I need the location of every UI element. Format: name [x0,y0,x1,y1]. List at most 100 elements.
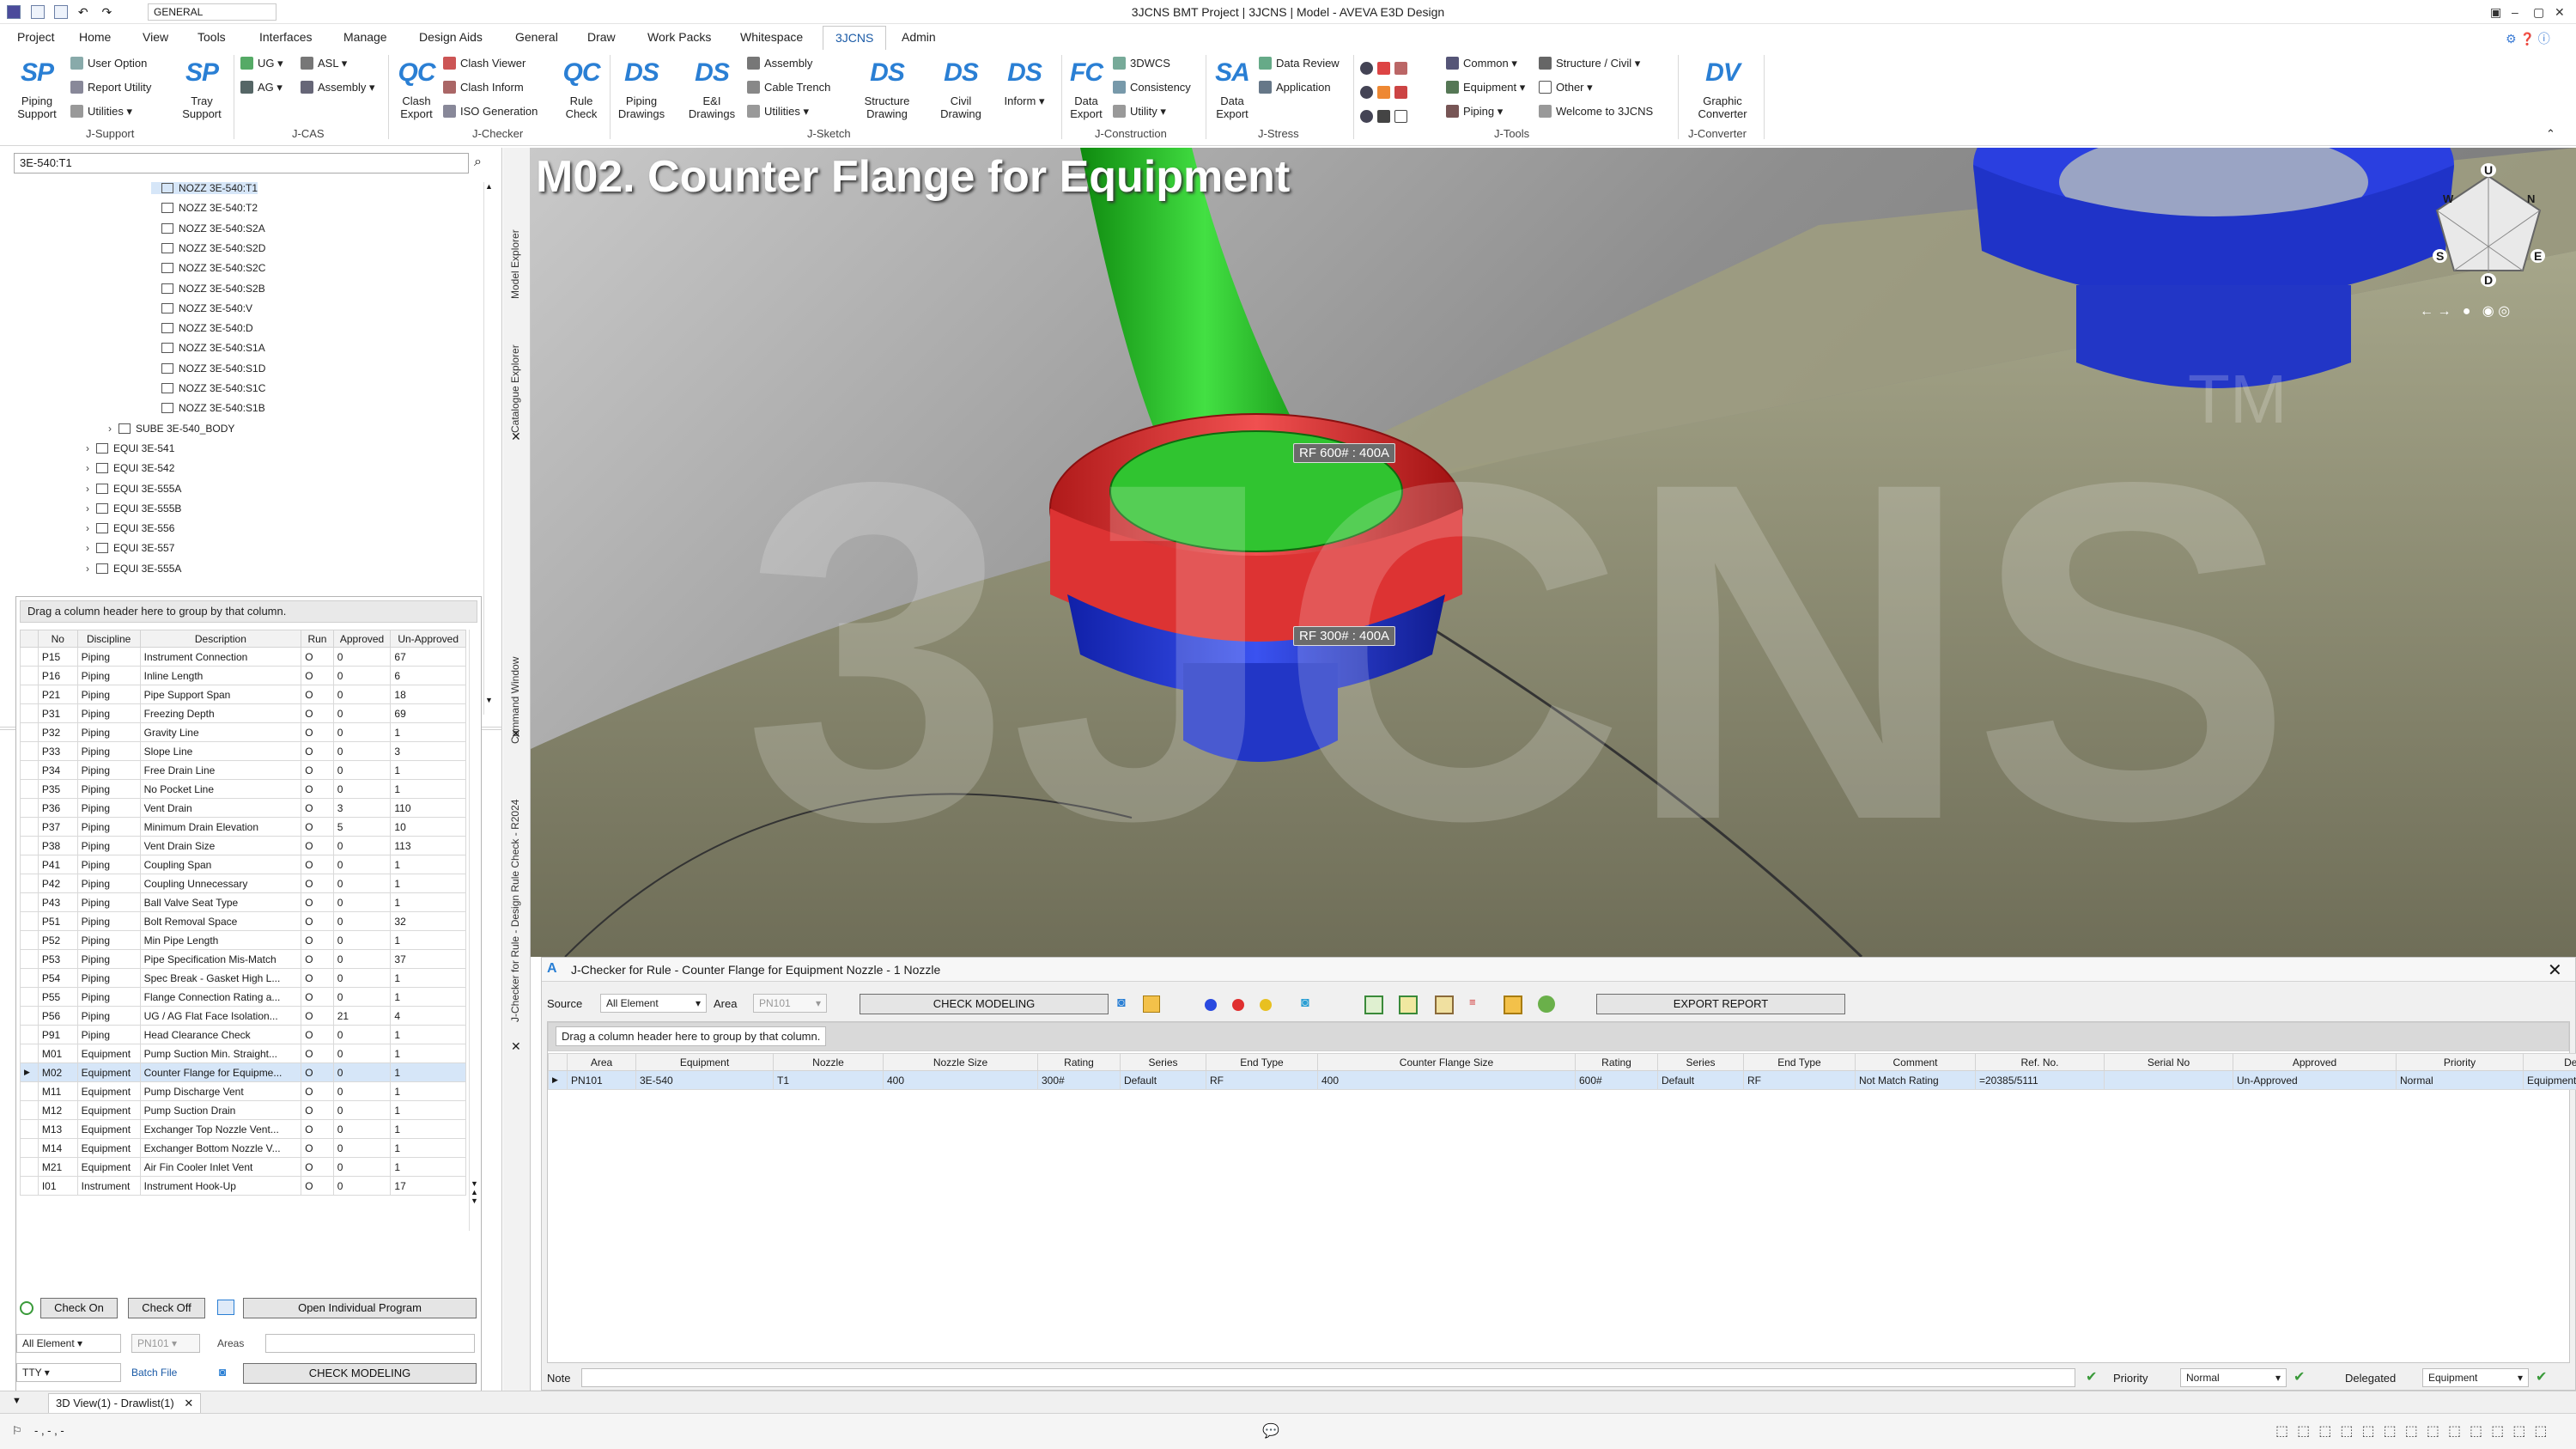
tool-icon-1[interactable] [1364,995,1383,1014]
fc-data-export-button[interactable]: FC Data Export [1056,57,1116,120]
column-header[interactable]: Series [1657,1053,1744,1071]
rule-row[interactable]: P54 Piping Spec Break - Gasket High L... O 0… [20,968,466,988]
rule-row[interactable]: P33 Piping Slope Line O 0 3 [20,741,466,761]
snapshot-icon[interactable]: ◙ [1301,995,1309,1011]
help-icons[interactable]: ⚙ ❓ ⓘ [2506,30,2550,47]
column-header[interactable]: Delegated [2523,1053,2576,1071]
delegated-select[interactable]: Equipment ▾ [2422,1368,2529,1387]
delegated-confirm-icon[interactable]: ✔ [2536,1368,2547,1385]
application-button[interactable]: Application [1259,81,1331,94]
rule-row[interactable]: M11 Equipment Pump Discharge Vent O 0 1 [20,1081,466,1101]
tool-icon-2[interactable] [1399,995,1418,1014]
column-header[interactable]: No [37,630,78,648]
expand-chevron-icon[interactable]: › [86,563,96,575]
tree-item-nozzle[interactable]: NOZZ 3E-540:T2 [151,202,258,214]
inform-button[interactable]: DS Inform ▾ [994,57,1054,107]
collapse-ribbon-icon[interactable]: ⌃ [2546,127,2555,141]
column-header[interactable]: Rating [1037,1053,1121,1071]
tab-work-packs[interactable]: Work Packs [647,30,711,44]
yellow-filter-icon[interactable] [1260,999,1272,1011]
tree-item-equip[interactable]: › EQUI 3E-557 [86,542,174,554]
rules-source-select[interactable]: All Element ▾ [16,1334,121,1353]
rule-row[interactable]: ▶ M02 Equipment Counter Flange for Equipme.… [20,1062,466,1082]
structure-civil-button[interactable]: Structure / Civil ▾ [1539,57,1640,70]
column-header[interactable]: Series [1120,1053,1206,1071]
blue-filter-icon[interactable] [1205,999,1217,1011]
column-header[interactable]: Serial No [2104,1053,2233,1071]
tree-item-equip[interactable]: › EQUI 3E-541 [86,442,174,454]
priority-confirm-icon[interactable]: ✔ [2293,1368,2305,1385]
welcome-button[interactable]: Welcome to 3JCNS [1539,105,1653,118]
rule-row[interactable]: P42 Piping Coupling Unnecessary O 0 1 [20,874,466,893]
minimize-button[interactable]: ▣ [2490,5,2501,20]
rule-row[interactable]: P34 Piping Free Drain Line O 0 1 [20,760,466,780]
tab-general[interactable]: General [515,30,558,44]
brush-icon[interactable] [1377,110,1390,123]
close-jchecker-icon[interactable]: ✕ [511,1039,521,1054]
tool-icon-5[interactable] [1504,995,1522,1014]
open-individual-program-button[interactable]: Open Individual Program [243,1298,477,1318]
column-header[interactable]: Nozzle [773,1053,884,1071]
civil-drawing-button[interactable]: DS Civil Drawing [931,57,991,120]
tree-item-nozzle[interactable]: NOZZ 3E-540:S1D [151,362,265,374]
equipment-button[interactable]: Equipment ▾ [1446,81,1525,94]
ei-drawings-button[interactable]: DS E&I Drawings [682,57,742,120]
common-button[interactable]: Common ▾ [1446,57,1517,70]
refresh-icon[interactable] [1538,995,1555,1013]
column-header[interactable]: Rating [1575,1053,1658,1071]
tree-item-nozzle[interactable]: NOZZ 3E-540:S2A [151,222,265,234]
tab-home[interactable]: Home [79,30,111,44]
tree-scrollbar[interactable]: ▲ ▼ [483,182,494,715]
batch-file-link[interactable]: Batch File [131,1367,177,1379]
explorer-search-input[interactable]: 3E-540:T1 [14,153,469,174]
tree-item-nozzle[interactable]: NOZZ 3E-540:S2C [151,262,265,274]
cable-trench-button[interactable]: Cable Trench [747,81,830,94]
check-on-button[interactable]: Check On [40,1298,118,1318]
tab-command-window[interactable]: Command Window [509,589,521,744]
tab-3d-view[interactable]: 3D View(1) - Drawlist(1) ✕ [48,1393,202,1414]
rule-check-button[interactable]: QC Rule Check [551,57,611,120]
column-header[interactable]: Priority [2396,1053,2524,1071]
rules-check-modeling-button[interactable]: CHECK MODELING [243,1363,477,1384]
rule-row[interactable]: M12 Equipment Pump Suction Drain O 0 1 [20,1100,466,1120]
tab-model-explorer[interactable]: Model Explorer [509,161,521,299]
tab-view[interactable]: View [143,30,168,44]
pipe-orange-icon[interactable] [1377,86,1390,99]
rule-row[interactable]: P55 Piping Flange Connection Rating a... O 0… [20,987,466,1007]
expand-chevron-icon[interactable]: › [86,462,96,474]
priority-select[interactable]: Normal ▾ [2180,1368,2287,1387]
tool-icon-3[interactable] [1435,995,1454,1014]
square-icon[interactable] [1394,110,1407,123]
restore-button[interactable]: – [2512,5,2518,19]
note-input[interactable] [581,1368,2075,1387]
column-header[interactable]: End Type [1206,1053,1318,1071]
tab-catalogue-explorer[interactable]: Catalogue Explorer [509,304,521,433]
rack-icon[interactable] [1394,62,1407,75]
piping-button[interactable]: Piping ▾ [1446,105,1503,119]
structure-drawing-button[interactable]: DS Structure Drawing [857,57,917,120]
ag-button[interactable]: AG ▾ [240,81,283,94]
export-icon[interactable] [1143,995,1160,1013]
globe-icon[interactable] [1360,110,1373,123]
column-header[interactable]: Discipline [76,630,141,648]
rule-row[interactable]: P15 Piping Instrument Connection O 0 67 [20,647,466,667]
rule-row[interactable]: P37 Piping Minimum Drain Elevation O 5 10 [20,817,466,837]
result-row[interactable]: ▶ PN101 3E-540 T1 400 300# Default RF 400 600# Def… [548,1070,2576,1090]
globe-icon[interactable] [1360,86,1373,99]
tree-item-nozzle[interactable]: NOZZ 3E-540:S2B [151,283,265,295]
rule-row[interactable]: P16 Piping Inline Length O 0 6 [20,666,466,685]
tree-item-nozzle[interactable]: NOZZ 3E-540:S1C [151,382,265,394]
check-off-button[interactable]: Check Off [128,1298,205,1318]
tab-manage[interactable]: Manage [343,30,387,44]
jchecker-close-icon[interactable]: ✕ [2548,959,2562,981]
assembly-button[interactable]: Assembly ▾ [301,81,375,94]
utility-button[interactable]: Utility ▾ [1113,105,1166,119]
expand-chevron-icon[interactable]: › [86,483,96,495]
sketch-utilities-button[interactable]: Utilities ▾ [747,105,809,119]
close-button[interactable]: ✕ [2555,5,2565,20]
tree-item-equip[interactable]: › EQUI 3E-555A [86,483,181,495]
expand-chevron-icon[interactable]: › [86,502,96,514]
tray-support-button[interactable]: SP Tray Support [172,57,232,120]
area-select[interactable]: PN101 ▾ [753,994,827,1013]
piping-support-button[interactable]: SP Piping Support [7,57,67,120]
